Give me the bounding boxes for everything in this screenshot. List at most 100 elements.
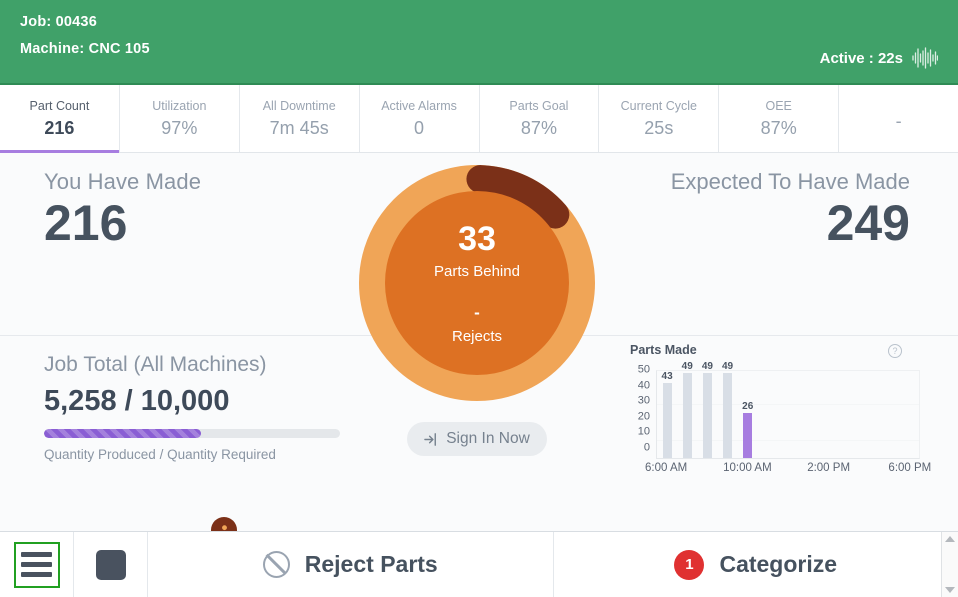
stop-square-icon[interactable] xyxy=(74,532,148,597)
job-total-block: Job Total (All Machines) 5,258 / 10,000 … xyxy=(44,353,344,462)
job-total-sublabel: Quantity Produced / Quantity Required xyxy=(44,447,276,462)
main-content: You Have Made 216 Expected To Have Made … xyxy=(0,153,958,531)
help-circle-icon[interactable]: ? xyxy=(888,344,902,358)
kpi-value: 7m 45s xyxy=(269,117,329,138)
kpi-label: Utilization xyxy=(152,98,207,113)
chart-bar-slot: 49 xyxy=(677,361,697,458)
reject-parts-button[interactable]: Reject Parts xyxy=(148,532,554,597)
categorize-label: Categorize xyxy=(719,551,838,577)
kpi-label: OEE xyxy=(765,98,792,113)
kpi-label: Current Cycle xyxy=(620,98,698,113)
chart-bar-slot xyxy=(899,371,919,458)
y-tick-label: 10 xyxy=(637,425,650,438)
chart-bar xyxy=(723,372,733,458)
y-tick-label: 0 xyxy=(643,441,650,454)
kpi-value: 87% xyxy=(520,117,557,138)
you-have-made-block: You Have Made 216 xyxy=(44,169,201,250)
machine-label: Machine: CNC 105 xyxy=(20,41,150,57)
chart-x-axis: 6:00 AM 10:00 AM 2:00 PM 6:00 PM xyxy=(645,462,931,478)
parts-behind-gauge[interactable]: 33 Parts Behind - Rejects xyxy=(357,163,597,403)
stop-glyph xyxy=(95,549,126,580)
kpi-value: 87% xyxy=(760,117,797,138)
chart-bar-label: 26 xyxy=(742,400,754,412)
chart-bar-label: 49 xyxy=(681,360,693,372)
chart-bar xyxy=(743,412,753,458)
sign-in-now-button[interactable]: Sign In Now xyxy=(407,422,547,456)
job-total-value: 5,258 / 10,000 xyxy=(44,385,230,417)
kpi-utilization[interactable]: Utilization 97% xyxy=(119,85,240,152)
chart-plot-area: 43 49 49 49 26 xyxy=(656,361,920,459)
chart-bar-slot xyxy=(838,371,858,458)
y-tick-label: 40 xyxy=(637,379,650,392)
kpi-label: Active Alarms xyxy=(381,98,457,113)
kpi-label: Part Count xyxy=(29,98,90,113)
kpi-current-cycle[interactable]: Current Cycle 25s xyxy=(599,85,720,152)
kpi-oee[interactable]: OEE 87% xyxy=(719,85,840,152)
chart-bars: 43 49 49 49 26 xyxy=(657,361,919,458)
kpi-label: All Downtime xyxy=(262,98,336,113)
x-tick-label: 2:00 PM xyxy=(807,462,851,474)
chart-y-axis: 50 40 30 20 10 0 xyxy=(630,364,650,459)
x-tick-label: 10:00 AM xyxy=(723,462,772,474)
expected-value: 249 xyxy=(826,195,910,251)
job-label: Job: 00436 xyxy=(20,14,97,30)
scroll-down-icon[interactable] xyxy=(945,587,955,593)
gauge-inner-fill xyxy=(385,191,569,375)
kpi-value: 0 xyxy=(414,117,425,138)
header-status: Active : 22s xyxy=(820,47,938,69)
chart-bar-slot: 43 xyxy=(657,371,677,458)
y-tick-label: 20 xyxy=(637,410,650,423)
scroll-up-icon[interactable] xyxy=(945,536,955,542)
expected-to-have-made-block: Expected To Have Made 249 xyxy=(671,169,910,250)
reject-parts-label: Reject Parts xyxy=(304,551,438,577)
chart-bar-label: 43 xyxy=(661,371,673,383)
you-have-made-value: 216 xyxy=(44,195,128,251)
app-header: Job: 00436 Machine: CNC 105 Active : 22s xyxy=(0,0,958,85)
categorize-button[interactable]: 1 Categorize xyxy=(553,532,958,597)
hamburger-glyph xyxy=(13,541,60,588)
status-badge: 1 xyxy=(674,549,705,580)
chart-bar-slot: 49 xyxy=(697,361,717,458)
kpi-part-count[interactable]: Part Count 216 xyxy=(0,85,120,153)
person-glyph xyxy=(221,524,227,531)
kpi-label: Parts Goal xyxy=(509,98,569,113)
job-total-progress-fill xyxy=(44,429,201,438)
chart-bar xyxy=(682,372,692,458)
x-tick-label: 6:00 PM xyxy=(888,462,932,474)
chart-bar-slot: 26 xyxy=(738,371,758,458)
chart-body: 50 40 30 20 10 0 43 49 49 49 26 6:00 AM 10:00 AM 2:… xyxy=(630,361,932,483)
kpi-parts-goal[interactable]: Parts Goal 87% xyxy=(479,85,600,152)
parts-made-chart: Parts Made ? 50 40 30 20 10 0 43 49 49 49 26 6:00… xyxy=(630,343,932,488)
kpi-empty[interactable]: - xyxy=(839,85,958,152)
expected-label: Expected To Have Made xyxy=(670,169,910,194)
no-entry-icon xyxy=(262,551,290,578)
header-job-info: Job: 00436 Machine: CNC 105 xyxy=(20,14,150,57)
chart-bar-label: 49 xyxy=(721,360,734,372)
you-have-made-label: You Have Made xyxy=(44,169,202,194)
kpi-value: 216 xyxy=(44,117,75,138)
waveform-icon xyxy=(912,47,938,69)
chart-bar-label: 49 xyxy=(701,360,713,372)
kpi-all-downtime[interactable]: All Downtime 7m 45s xyxy=(239,85,360,152)
kpi-value: - xyxy=(895,110,902,131)
job-total-progress-bar xyxy=(44,429,340,438)
gauge-svg xyxy=(359,165,595,401)
chart-title: Parts Made xyxy=(630,343,697,357)
chart-bar-slot xyxy=(778,371,798,458)
chart-bar-slot xyxy=(798,371,818,458)
y-tick-label: 50 xyxy=(637,363,650,376)
kpi-value: 97% xyxy=(161,117,198,138)
kpi-active-alarms[interactable]: Active Alarms 0 xyxy=(359,85,480,152)
vertical-scrollbar[interactable] xyxy=(941,532,958,597)
kpi-value: 25s xyxy=(644,117,674,138)
hamburger-menu-icon[interactable] xyxy=(0,532,74,597)
chart-bar xyxy=(702,372,712,458)
chart-bar-slot xyxy=(818,371,838,458)
active-status-label: Active : 22s xyxy=(819,49,903,67)
sign-in-label: Sign In Now xyxy=(446,430,530,447)
x-tick-label: 6:00 AM xyxy=(645,462,688,474)
chart-bar-slot xyxy=(879,371,899,458)
job-total-label: Job Total (All Machines) xyxy=(44,353,267,376)
person-icon[interactable] xyxy=(211,517,237,531)
bottom-toolbar: Reject Parts 1 Categorize xyxy=(0,531,958,597)
